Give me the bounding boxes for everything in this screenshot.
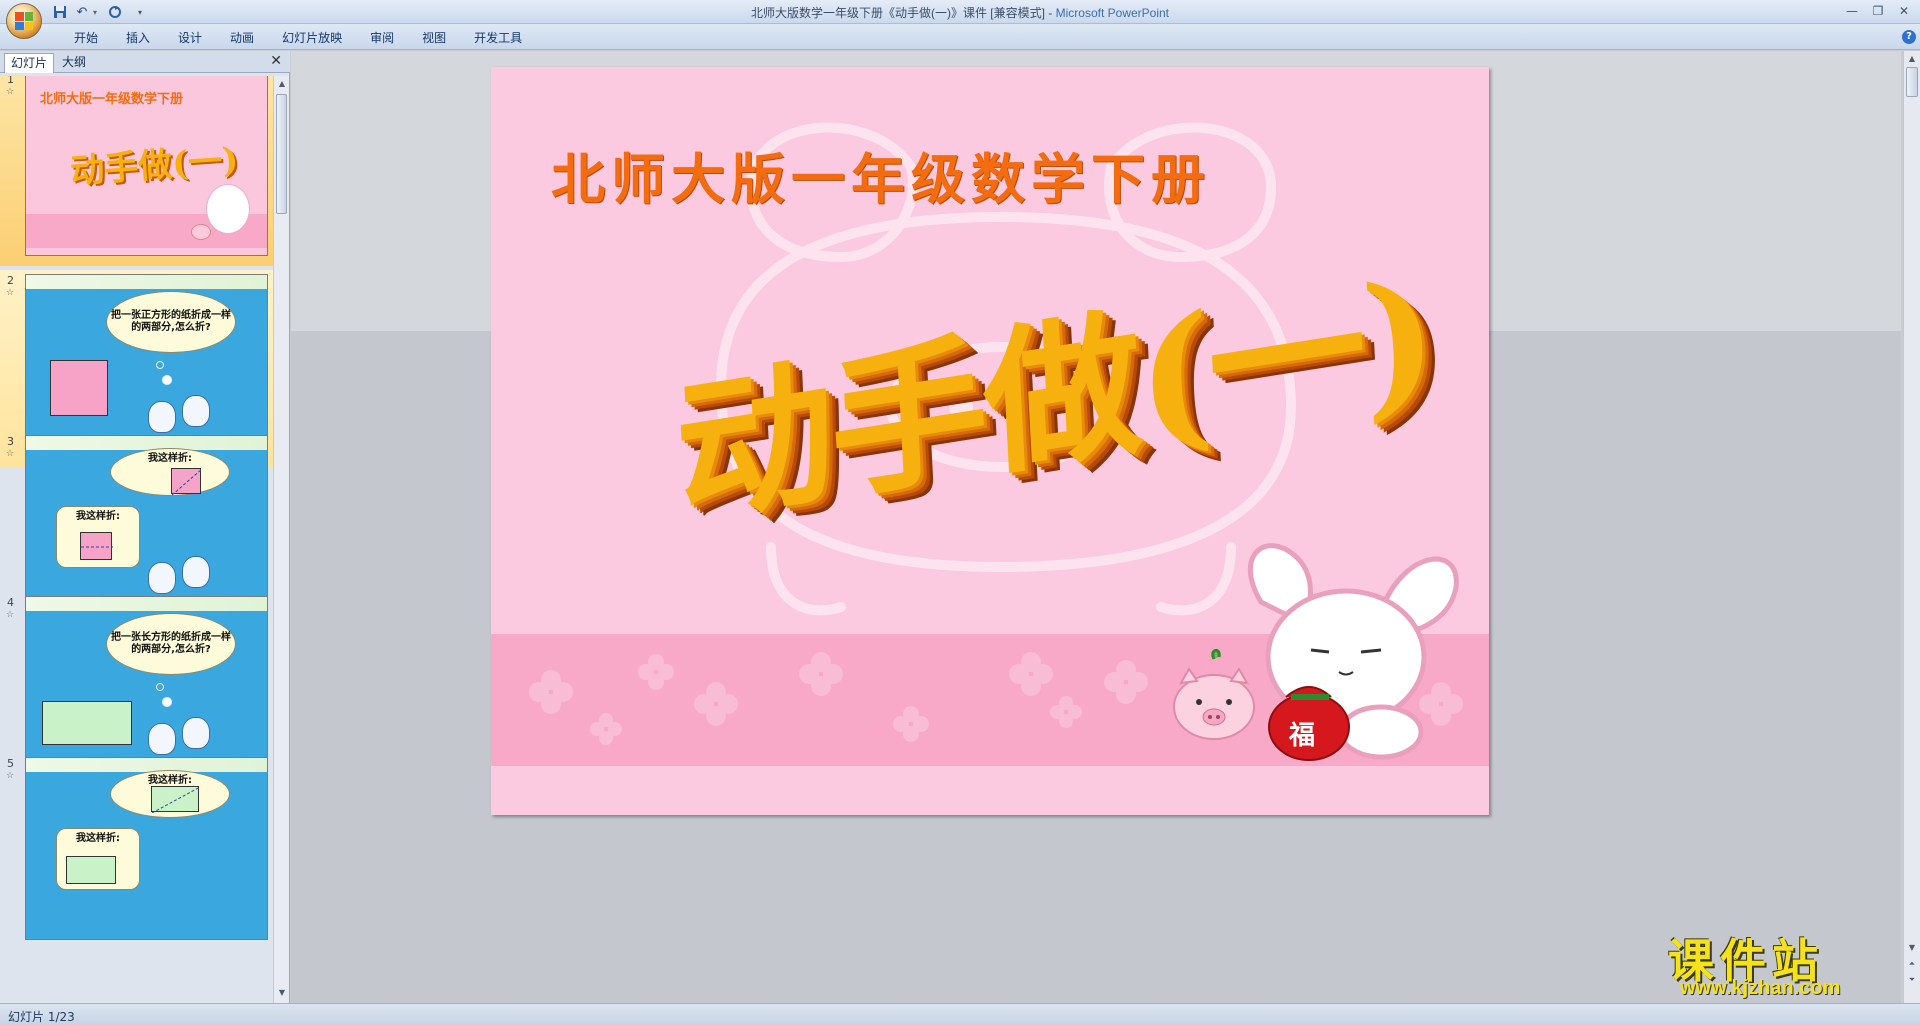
cartoon-character — [148, 562, 176, 594]
bubble-label: 我这样折: — [148, 453, 192, 464]
bunny-character — [1247, 543, 1459, 761]
slide-number: 3 — [7, 435, 14, 448]
thumbnails-scrollbar[interactable]: ▲ ▼ — [273, 76, 289, 1003]
scrollbar-thumb[interactable] — [1906, 67, 1918, 97]
thumb-big-title: 动手做(一) — [69, 140, 240, 192]
slide-2-preview: 把一张正方形的纸折成一样的两部分,怎么折? — [25, 274, 268, 457]
slide-number: 1 — [7, 76, 14, 86]
animation-star-icon: ☆ — [6, 771, 15, 781]
office-logo-icon — [15, 12, 33, 30]
tab-slide-show[interactable]: 幻灯片放映 — [268, 29, 356, 47]
pane-tabs: 幻灯片 大纲 ✕ — [0, 51, 290, 73]
tab-developer[interactable]: 开发工具 — [460, 29, 536, 47]
bubble-dot — [162, 697, 172, 707]
slide-indicator: 幻灯片 1/23 — [8, 1010, 75, 1024]
slide-1-preview: 北师大版一年级数学下册 动手做(一) — [25, 76, 268, 256]
tab-home[interactable]: 开始 — [60, 29, 112, 47]
bubble-dot — [156, 683, 164, 691]
restore-icon[interactable]: ❐ — [1866, 2, 1890, 20]
thumb-headline: 北师大版一年级数学下册 — [40, 92, 184, 107]
cartoon-character — [182, 717, 210, 749]
bubble-label: 我这样折: — [76, 511, 120, 522]
animation-star-icon: ☆ — [6, 449, 15, 459]
tab-outline[interactable]: 大纲 — [56, 53, 92, 73]
scroll-down-icon[interactable]: ▼ — [275, 986, 289, 1000]
thumb-pig — [191, 224, 211, 240]
app-name: Microsoft PowerPoint — [1055, 6, 1170, 20]
office-button[interactable] — [6, 3, 42, 39]
ribbon: 开始 插入 设计 动画 幻灯片放映 审阅 视图 开发工具 ? — [0, 24, 1920, 50]
bubble-label: 我这样折: — [76, 833, 120, 844]
lucky-bag-label: 福 — [1289, 721, 1316, 751]
green-rectangle-diagonal — [151, 786, 200, 813]
bubble-dot — [162, 375, 172, 385]
help-icon[interactable]: ? — [1902, 30, 1916, 44]
thumb-leaf-strip — [26, 597, 267, 611]
thought-bubble: 把一张长方形的纸折成一样的两部分,怎么折? — [106, 613, 236, 675]
current-slide[interactable]: 北师大版一年级数学下册 动手做(一) 福 — [491, 67, 1489, 815]
scrollbar-thumb[interactable] — [276, 94, 287, 214]
scroll-up-icon[interactable]: ▲ — [275, 77, 289, 91]
thought-bubble: 我这样折: — [110, 448, 230, 496]
document-title: 北师大版数学一年级下册《动手做(一)》课件 [兼容模式] - — [750, 6, 1056, 20]
slide-number: 4 — [7, 596, 14, 609]
close-window-icon[interactable]: ✕ — [1892, 2, 1916, 20]
tab-animations[interactable]: 动画 — [216, 29, 268, 47]
cartoon-character — [148, 723, 176, 755]
ribbon-tabs: 开始 插入 设计 动画 幻灯片放映 审阅 视图 开发工具 — [60, 29, 536, 47]
tab-slides[interactable]: 幻灯片 — [4, 53, 55, 73]
thumbnail-slide-5[interactable]: 5 ☆ 我这样折: 我这样折: — [0, 753, 274, 950]
slides-pane: 幻灯片 大纲 ✕ 1 ☆ 北师大版一年级数学下册 动手做(一) 2 ☆ 把一张正… — [0, 51, 290, 1003]
slide-number: 5 — [7, 757, 14, 770]
tab-design[interactable]: 设计 — [164, 29, 216, 47]
slide-5-preview: 我这样折: 我这样折: — [25, 757, 268, 940]
cartoon-character — [148, 401, 176, 433]
animation-star-icon: ☆ — [6, 288, 15, 298]
slide-number: 2 — [7, 274, 14, 287]
slide-scrollbar[interactable]: ▲ ▼ ⏶ ⏷ — [1903, 51, 1920, 1003]
slide-headline[interactable]: 北师大版一年级数学下册 — [551, 135, 1331, 214]
thumbnail-list: 1 ☆ 北师大版一年级数学下册 动手做(一) 2 ☆ 把一张正方形的纸折成一样的… — [0, 76, 274, 1003]
window-title: 北师大版数学一年级下册《动手做(一)》课件 [兼容模式] - Microsoft… — [0, 4, 1920, 21]
bubble-dot — [156, 361, 164, 369]
thumb-leaf-strip — [26, 758, 267, 772]
cartoon-character — [182, 556, 210, 588]
thumb-leaf-strip — [26, 275, 267, 289]
green-rectangle — [42, 701, 132, 745]
animation-star-icon: ☆ — [6, 87, 15, 97]
green-rectangle-fold — [66, 856, 116, 884]
minimize-icon[interactable]: — — [1840, 2, 1864, 20]
slide-4-preview: 把一张长方形的纸折成一样的两部分,怎么折? — [25, 596, 268, 779]
tab-view[interactable]: 视图 — [408, 29, 460, 47]
watermark-url: www.kjzhan.com — [1680, 977, 1841, 999]
title-bar: ↶ ▾ ▾ 北师大版数学一年级下册《动手做(一)》课件 [兼容模式] - Mic… — [0, 0, 1920, 24]
cartoon-character — [182, 395, 210, 427]
thumbnail-slide-1[interactable]: 1 ☆ 北师大版一年级数学下册 动手做(一) — [0, 76, 274, 266]
tab-insert[interactable]: 插入 — [112, 29, 164, 47]
tab-review[interactable]: 审阅 — [356, 29, 408, 47]
status-bar: 幻灯片 1/23 — [0, 1003, 1920, 1025]
animation-star-icon: ☆ — [6, 610, 15, 620]
scroll-up-icon[interactable]: ▲ — [1905, 52, 1919, 66]
close-pane-icon[interactable]: ✕ — [270, 53, 282, 69]
slide-3-preview: 我这样折: 我这样折: — [25, 435, 268, 618]
pink-square-fold — [80, 532, 113, 560]
site-watermark: 课件站 www.kjzhan.com — [1660, 925, 1920, 1000]
slide-editing-area: 北师大版一年级数学下册 动手做(一) 福 — [291, 51, 1901, 1003]
thumb-leaf-strip — [26, 436, 267, 450]
thumb-bunny — [206, 184, 250, 234]
thought-bubble: 把一张正方形的纸折成一样的两部分,怎么折? — [106, 291, 236, 353]
pink-square-diagonal — [171, 468, 202, 495]
pink-square — [50, 360, 108, 416]
